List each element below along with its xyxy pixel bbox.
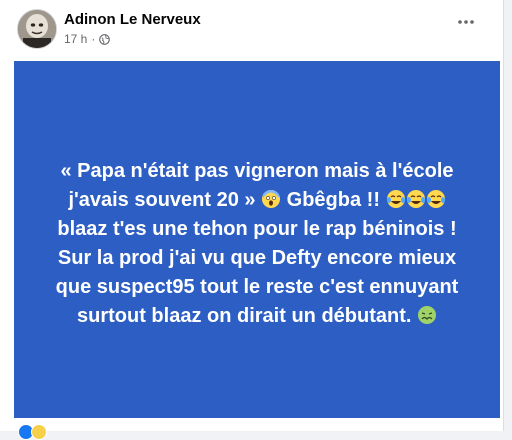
meta-separator: · xyxy=(91,32,96,46)
post-exclamation: Gbêgba !! xyxy=(286,188,380,211)
haha-icon xyxy=(31,424,47,440)
post-statement: blaaz t'es une tehon pour le rap béninoi… xyxy=(57,217,457,240)
post-text: « Papa n'était pas vigneron mais à l'éco… xyxy=(47,157,467,331)
more-options-icon xyxy=(458,20,474,24)
facebook-post: Adinon Le Nerveux 17 h · « Papa n'était … xyxy=(0,0,504,440)
post-header: Adinon Le Nerveux 17 h · xyxy=(0,0,503,60)
avatar-face-icon xyxy=(18,10,56,48)
globe-icon xyxy=(99,33,111,45)
reactions-summary[interactable] xyxy=(18,424,47,440)
post-text-card: « Papa n'était pas vigneron mais à l'éco… xyxy=(14,61,500,418)
author-name[interactable]: Adinon Le Nerveux xyxy=(64,11,201,28)
post-opinion: Sur la prod j'ai vu que Defty encore mie… xyxy=(55,246,459,327)
post-meta: 17 h · xyxy=(64,32,111,46)
face-screaming-in-fear-icon xyxy=(262,189,281,208)
face-with-tears-of-joy-icon xyxy=(386,189,445,208)
author-avatar[interactable] xyxy=(17,9,57,49)
post-time[interactable]: 17 h xyxy=(64,32,87,46)
nauseated-face-icon xyxy=(418,305,436,324)
more-options-button[interactable] xyxy=(455,11,477,33)
